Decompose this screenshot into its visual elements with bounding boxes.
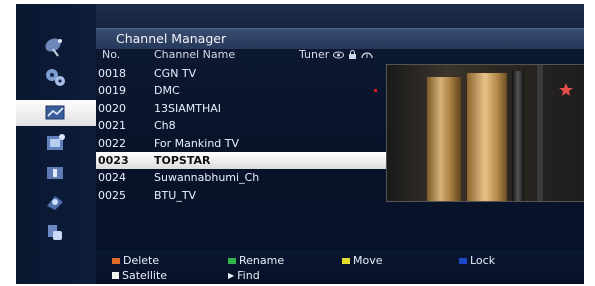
tv-screen: Channel Manager No. Channel Name Tuner 0… — [16, 4, 584, 284]
header-tuner: Tuner — [299, 48, 330, 61]
preview-object — [512, 71, 524, 201]
title-bar: Channel Manager — [96, 28, 584, 49]
rename-action[interactable]: Rename — [228, 254, 284, 267]
find-action[interactable]: ▶ Find — [228, 269, 260, 282]
channel-number: 0024 — [98, 171, 126, 185]
table-row[interactable]: 0025 BTU_TV — [96, 187, 386, 204]
lock-label: Lock — [470, 254, 496, 267]
move-label: Move — [353, 254, 383, 267]
channel-logo-icon — [559, 83, 573, 96]
channel-number: 0020 — [98, 101, 126, 115]
channel-name: DMC — [154, 84, 180, 98]
channel-name: 13SIAMTHAI — [154, 101, 221, 115]
media-icon[interactable] — [42, 132, 68, 154]
header-channel-name: Channel Name — [154, 48, 236, 61]
yellow-key-icon — [342, 257, 350, 264]
channel-number: 0021 — [98, 119, 126, 133]
table-row[interactable]: 0024 Suwannabhumi_Ch — [96, 169, 386, 186]
video-preview — [386, 64, 584, 202]
table-row[interactable]: 0021 Ch8 — [96, 117, 386, 134]
table-row[interactable]: 0022 For Mankind TV — [96, 135, 386, 152]
sidebar — [16, 4, 96, 284]
channel-list: 0018 CGN TV 0019 DMC 0020 13SIAMTHAI 002… — [96, 65, 386, 204]
lock-action[interactable]: Lock — [459, 254, 495, 267]
lock-icon — [349, 49, 357, 59]
table-row-selected[interactable]: 0023 TOPSTAR — [96, 151, 386, 170]
blue-key-icon — [459, 257, 467, 264]
preview-object — [427, 77, 461, 201]
eye-icon — [333, 51, 345, 58]
info-box-icon[interactable] — [42, 162, 68, 184]
table-row[interactable]: 0019 DMC — [96, 82, 386, 99]
preview-object — [467, 73, 507, 201]
footer-bar: Delete Rename Move Lock Satellite ▶ Find — [96, 250, 584, 284]
table-row[interactable]: 0020 13SIAMTHAI — [96, 100, 386, 117]
white-key-icon — [112, 272, 119, 279]
channel-name: Ch8 — [154, 119, 176, 133]
network-icon[interactable] — [42, 191, 68, 213]
top-bar — [96, 4, 584, 28]
channel-edit-icon[interactable] — [16, 100, 96, 126]
channel-name: BTU_TV — [154, 188, 197, 202]
satellite-action[interactable]: Satellite — [112, 269, 167, 282]
channel-number: 0018 — [98, 67, 126, 80]
status-dot — [374, 89, 377, 93]
channel-number: 0019 — [98, 84, 126, 98]
red-key-icon — [112, 257, 120, 264]
channel-name: For Mankind TV — [154, 136, 240, 150]
channel-number: 0022 — [98, 136, 126, 150]
header-no: No. — [102, 48, 121, 61]
channel-number: 0023 — [98, 153, 129, 167]
signal-icon — [361, 52, 373, 59]
settings-gears-icon[interactable] — [42, 66, 68, 88]
channel-name: TOPSTAR — [154, 153, 211, 167]
channel-number: 0025 — [98, 188, 126, 202]
delete-action[interactable]: Delete — [112, 254, 159, 267]
header-tuner-group: Tuner — [299, 48, 373, 61]
move-action[interactable]: Move — [342, 254, 383, 267]
satellite-label: Satellite — [122, 269, 168, 282]
page-title: Channel Manager — [116, 31, 227, 46]
rename-label: Rename — [239, 254, 285, 267]
find-label: Find — [237, 269, 260, 282]
delete-label: Delete — [123, 254, 160, 267]
channel-name: Suwannabhumi_Ch — [154, 171, 260, 185]
channel-name: CGN TV — [154, 67, 197, 80]
preview-object — [537, 65, 543, 201]
table-header: No. Channel Name Tuner — [96, 48, 584, 65]
usb-icon[interactable] — [42, 221, 68, 243]
table-row[interactable]: 0018 CGN TV — [96, 65, 386, 82]
green-key-icon — [228, 257, 236, 264]
satellite-dish-icon[interactable] — [42, 36, 68, 58]
play-arrow-icon: ▶ — [228, 271, 235, 280]
